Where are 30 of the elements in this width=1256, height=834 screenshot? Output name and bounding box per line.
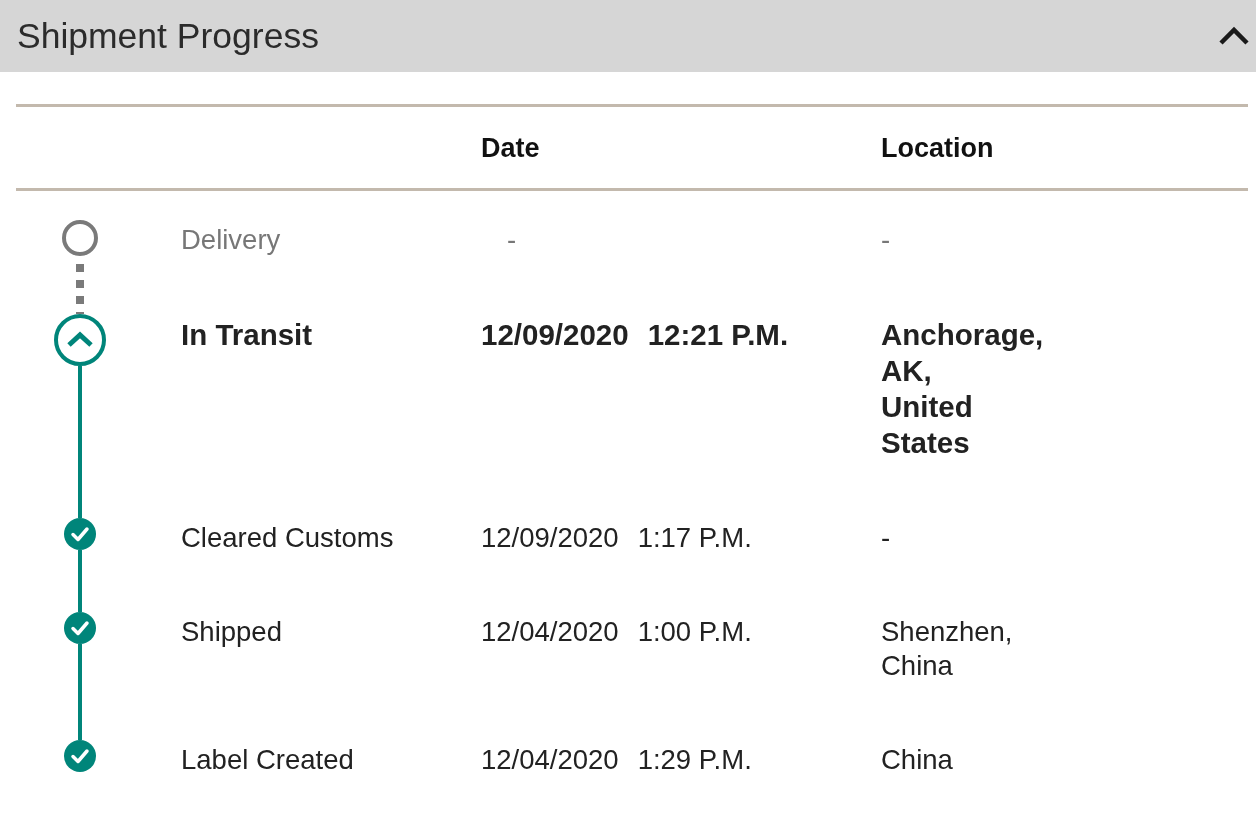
check-circle-icon: [64, 740, 96, 772]
status-label: Delivery: [181, 223, 281, 257]
column-header: Location: [881, 132, 994, 165]
status-label: Cleared Customs: [181, 521, 394, 555]
date-text: 12/04/2020: [481, 615, 619, 649]
time-text: 1:00 P.M.: [637, 615, 752, 649]
status-label: Label Created: [181, 743, 354, 777]
empty-circle-icon: [62, 220, 98, 256]
date-text: 12/04/2020: [481, 743, 619, 777]
time-text: 1:17 P.M.: [637, 521, 752, 555]
status-label: In Transit: [181, 317, 313, 353]
date-text: 12/09/2020: [481, 521, 619, 555]
check-circle-icon: [64, 518, 96, 550]
chevron-circle-icon: [54, 314, 106, 366]
location-text: -: [881, 223, 891, 257]
status-label: Shipped: [181, 615, 282, 649]
location-text: Anchorage, AK, United States: [881, 317, 1044, 461]
timeline-connector: [78, 550, 82, 612]
column-header: Date: [481, 132, 540, 165]
location-text: Shenzhen, China: [881, 615, 1013, 683]
chevron-up-icon[interactable]: [1218, 26, 1250, 46]
time-text: 12:21 P.M.: [647, 317, 789, 353]
section-title: Shipment Progress: [17, 15, 319, 57]
time-text: 1:29 P.M.: [637, 743, 752, 777]
location-text: -: [881, 521, 891, 555]
date-text: -: [507, 223, 517, 257]
location-text: China: [881, 743, 953, 777]
check-circle-icon: [64, 612, 96, 644]
dotted-connector: [76, 264, 84, 314]
date-text: 12/09/2020: [481, 317, 629, 353]
